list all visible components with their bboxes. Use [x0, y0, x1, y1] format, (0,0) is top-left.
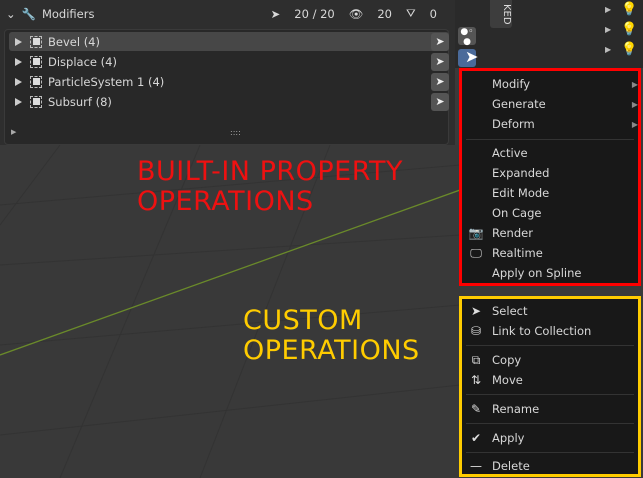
- panel-title: Modifiers: [41, 7, 95, 21]
- check-icon: ✔: [470, 431, 482, 445]
- menu-item-edit-mode[interactable]: Edit Mode: [462, 183, 643, 203]
- expand-arrows: ▶ ▶ ▶: [605, 5, 612, 54]
- modifier-icon: [30, 75, 42, 88]
- outliner-strip: ●◦ ● ➤ KED ▶ ▶ ▶ 💡 💡 💡: [455, 0, 643, 68]
- wrench-icon: 🔧: [21, 7, 36, 21]
- menu-label: Deform: [492, 117, 535, 131]
- collection-icon: ⛁: [470, 324, 482, 338]
- modifiers-panel: ⌄ 🔧 Modifiers ➤ 20 / 20 👁 20 ⛛ 0 Bevel (…: [0, 0, 455, 145]
- menu-item-modify[interactable]: Modify ▶: [462, 74, 643, 94]
- menu-item-render[interactable]: 📷 Render: [462, 223, 643, 243]
- selected-count: 20 / 20: [294, 6, 335, 21]
- select-button[interactable]: ➤: [431, 92, 449, 111]
- list-item[interactable]: Subsurf (8) ➤: [9, 92, 449, 111]
- copy-icon: ⧉: [471, 352, 481, 367]
- menu-label: Render: [492, 226, 533, 240]
- modifier-list: Bevel (4) ➤ Displace (4) ➤ ParticleSystem …: [4, 29, 449, 145]
- custom-annotation: CUSTOM OPERATIONS: [243, 305, 420, 366]
- builtin-annotation: BUILT-IN PROPERTY OPERATIONS: [137, 156, 403, 217]
- mouse-pointer-icon: ➤: [465, 47, 479, 66]
- expand-options-icon[interactable]: ▶: [11, 128, 16, 136]
- cursor-icon: ➤: [470, 304, 482, 318]
- menu-item-realtime[interactable]: 🖵 Realtime: [462, 243, 643, 263]
- menu-item-select[interactable]: ➤ Select: [462, 301, 643, 321]
- submenu-arrow-icon: ▶: [631, 119, 638, 129]
- list-item-label: Displace (4): [48, 54, 117, 69]
- list-item[interactable]: Bevel (4) ➤: [9, 32, 449, 51]
- resize-handle[interactable]: ::::: [230, 128, 241, 137]
- filtered-count: 0: [429, 6, 437, 21]
- separator: [466, 394, 634, 395]
- minus-icon: —: [470, 459, 482, 473]
- expand-icon[interactable]: [15, 77, 22, 86]
- menu-item-rename[interactable]: ✎ Rename: [462, 399, 643, 419]
- list-item-label: Subsurf (8): [48, 94, 112, 109]
- monitor-icon: 🖵: [470, 245, 482, 260]
- menu-item-active[interactable]: Active: [462, 143, 643, 163]
- filter-icon: ⛛: [406, 6, 416, 20]
- separator: [466, 345, 634, 346]
- collapse-chevron-icon[interactable]: ⌄: [6, 7, 16, 21]
- particles-button[interactable]: ●◦ ●: [458, 27, 476, 47]
- move-icon: ⇅: [470, 373, 482, 387]
- separator: [466, 423, 634, 424]
- expand-icon[interactable]: [15, 37, 22, 46]
- menu-item-apply[interactable]: ✔ Apply: [462, 428, 643, 448]
- menu-label: Rename: [492, 402, 540, 416]
- select-button[interactable]: ➤: [431, 72, 449, 91]
- select-button[interactable]: ➤: [431, 52, 449, 71]
- menu-item-deform[interactable]: Deform ▶: [462, 114, 643, 134]
- menu-label: Delete: [492, 459, 530, 473]
- menu-item-move[interactable]: ⇅ Move: [462, 370, 643, 390]
- menu-label: Expanded: [492, 166, 550, 180]
- menu-label: On Cage: [492, 206, 542, 220]
- menu-item-copy[interactable]: ⧉ Copy: [462, 350, 643, 370]
- side-tab[interactable]: KED: [490, 0, 512, 28]
- eye-icon: 👁: [348, 6, 364, 21]
- menu-label: Select: [492, 304, 528, 318]
- camera-icon: 📷: [468, 226, 484, 240]
- menu-label: Generate: [492, 97, 546, 111]
- separator: [466, 452, 634, 453]
- menu-item-generate[interactable]: Generate ▶: [462, 94, 643, 114]
- menu-item-link-to-collection[interactable]: ⛁ Link to Collection: [462, 321, 643, 341]
- visible-count: 20: [377, 6, 392, 21]
- modifier-icon: [30, 55, 42, 68]
- menu-item-on-cage[interactable]: On Cage: [462, 203, 643, 223]
- submenu-arrow-icon: ▶: [631, 79, 638, 89]
- list-item-label: ParticleSystem 1 (4): [48, 74, 165, 89]
- cursor-icon: ➤: [270, 6, 281, 21]
- submenu-arrow-icon: ▶: [631, 99, 638, 109]
- menu-item-expanded[interactable]: Expanded: [462, 163, 643, 183]
- menu-label: Apply: [492, 431, 525, 445]
- menu-label: Edit Mode: [492, 186, 550, 200]
- list-item[interactable]: Displace (4) ➤: [9, 52, 449, 71]
- menu-label: Link to Collection: [492, 324, 592, 338]
- list-item[interactable]: ParticleSystem 1 (4) ➤: [9, 72, 449, 91]
- modifier-icon: [30, 35, 42, 48]
- expand-icon[interactable]: [15, 57, 22, 66]
- custom-operations-menu: ➤ Select ⛁ Link to Collection ⧉ Copy ⇅ Move …: [459, 296, 641, 477]
- light-bulb-icons: 💡 💡 💡: [621, 2, 638, 57]
- select-button[interactable]: ➤: [431, 32, 449, 51]
- expand-icon[interactable]: [15, 97, 22, 106]
- menu-label: Move: [492, 373, 523, 387]
- menu-label: Copy: [492, 353, 522, 367]
- panel-header[interactable]: ⌄ 🔧 Modifiers ➤ 20 / 20 👁 20 ⛛ 0: [0, 0, 455, 28]
- menu-item-delete[interactable]: — Delete: [462, 456, 643, 476]
- pencil-icon: ✎: [470, 402, 482, 416]
- modifier-icon: [30, 95, 42, 108]
- menu-label: Realtime: [492, 246, 543, 260]
- menu-label: Modify: [492, 77, 531, 91]
- list-item-label: Bevel (4): [48, 34, 100, 49]
- menu-label: Apply on Spline: [492, 266, 582, 280]
- menu-label: Active: [492, 146, 528, 160]
- builtin-operations-menu: Modify ▶ Generate ▶ Deform ▶ Active Expande…: [459, 68, 641, 286]
- menu-item-apply-on-spline[interactable]: Apply on Spline: [462, 263, 643, 283]
- separator: [466, 139, 634, 140]
